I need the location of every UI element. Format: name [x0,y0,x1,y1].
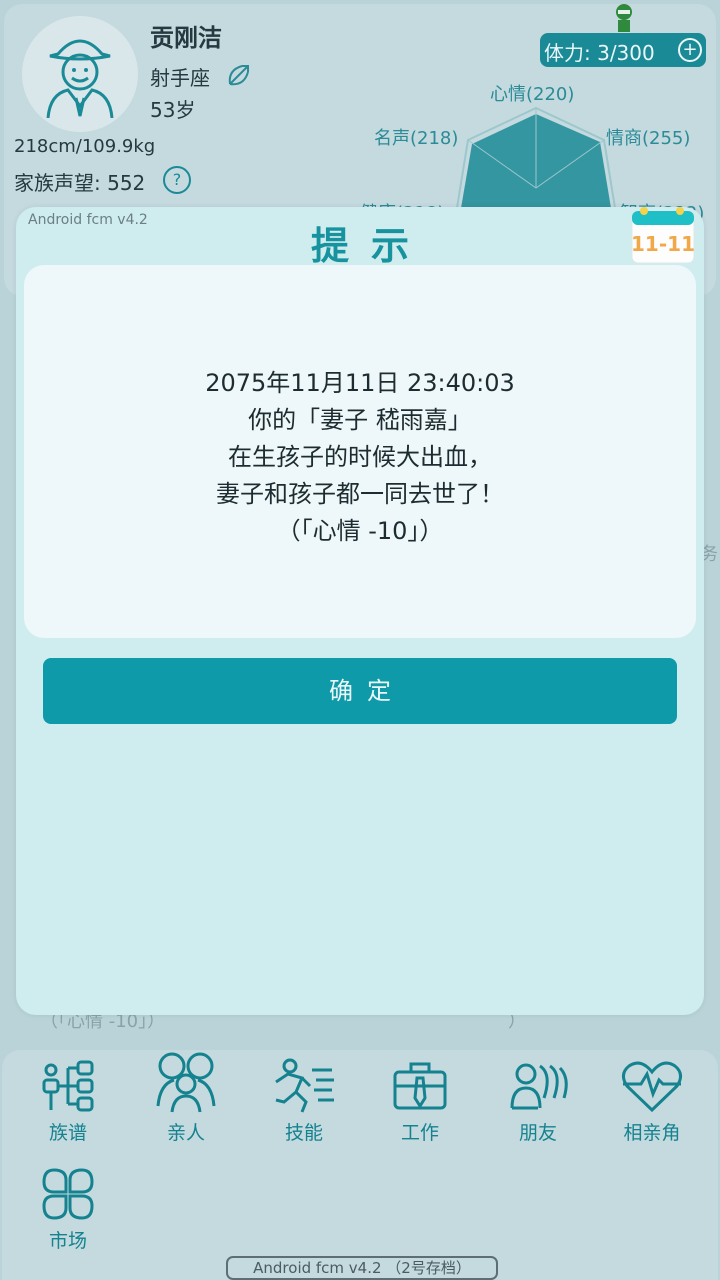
dialog-message: 2075年11月11日 23:40:03 你的「妻子 嵇雨嘉」 在生孩子的时候大… [24,365,696,550]
nav-label: 市场 [48,1230,87,1252]
add-stamina-icon[interactable]: + [678,38,702,62]
hero-sprite-icon [616,4,632,32]
radar-label-eq: 情商(255) [606,128,691,149]
nav-market[interactable]: 市场 [12,1166,124,1258]
nav-relatives[interactable]: 亲人 [130,1050,242,1144]
stamina-bar: 体力: 3/300 + [540,33,706,67]
avatar-icon [46,39,114,118]
attribute-radar-chart [454,106,618,214]
version-save-badge: Android fcm v4.2 （2号存档） [226,1256,498,1280]
relatives-icon [156,1052,216,1113]
help-icon[interactable]: ? [163,166,191,194]
stamina-label: 体力: 3/300 [544,41,655,65]
family-tree-icon [42,1060,94,1112]
message-line: 你的「妻子 嵇雨嘉」 [248,406,472,434]
nav-friends[interactable]: 朋友 [482,1058,594,1150]
nav-matchmaking[interactable]: 相亲角 [596,1058,708,1150]
family-reputation: 家族声望: 552 [14,171,146,195]
character-name: 贡刚洁 [150,24,222,52]
nav-family-tree[interactable]: 族谱 [12,1058,124,1150]
message-line: 2075年11月11日 23:40:03 [205,369,515,397]
avatar[interactable] [22,16,138,132]
heart-pulse-icon [622,1061,682,1113]
message-line: 在生孩子的时候大出血， [228,443,492,471]
radar-label-mood: 心情(220) [490,84,575,105]
skills-icon [275,1058,334,1113]
dialog-title: 提示 [310,224,431,268]
message-line: 妻子和孩子都一同去世了！ [216,480,504,508]
nav-label: 朋友 [518,1122,557,1144]
radar-label-fame: 名声(218) [374,128,459,149]
calendar-icon[interactable]: 11-11 [630,203,696,269]
nav-work[interactable]: 工作 [364,1058,476,1150]
market-icon [42,1168,94,1220]
calendar-date: 11-11 [631,232,695,256]
dialog-content: 2075年11月11日 23:40:03 你的「妻子 嵇雨嘉」 在生孩子的时候大… [24,265,696,638]
zodiac-sign: 射手座 [150,66,210,90]
nav-skills[interactable]: 技能 [248,1058,360,1150]
confirm-button[interactable]: 确定 [43,658,677,724]
nav-label: 技能 [284,1122,323,1144]
bow-icon [228,65,249,86]
briefcase-icon [393,1062,447,1110]
age-label: 53岁 [150,98,196,122]
nav-label: 亲人 [166,1122,205,1144]
notice-dialog: Android fcm v4.2 提示 11-11 2075年11月11日 23… [16,207,704,1015]
height-weight: 218cm/109.9kg [14,136,156,157]
nav-label: 族谱 [48,1122,87,1144]
nav-label: 工作 [400,1122,439,1144]
bottom-nav: 族谱 亲人 技能 工作 朋友 相亲角 市场 [2,1050,718,1280]
friends-icon [510,1063,568,1110]
nav-label: 相亲角 [623,1122,681,1144]
message-line: （「心情 -10」） [276,517,444,545]
